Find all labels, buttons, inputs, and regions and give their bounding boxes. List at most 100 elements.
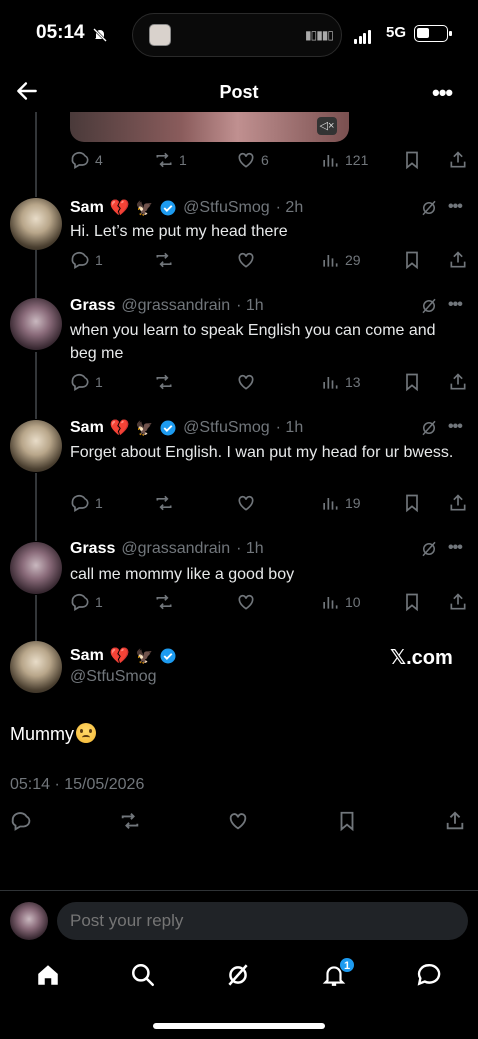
views-count: 29 — [345, 252, 361, 268]
reply-button[interactable]: 1 — [70, 493, 103, 513]
avatar[interactable] — [10, 542, 62, 594]
views-icon — [323, 498, 338, 510]
messages-icon[interactable] — [416, 962, 442, 988]
more-icon[interactable]: ••• — [432, 80, 453, 106]
author-name[interactable]: Grass — [70, 540, 115, 558]
like-button[interactable] — [236, 592, 256, 612]
page-title: Post — [219, 82, 259, 102]
more-icon[interactable]: ••• — [448, 198, 463, 216]
avatar[interactable] — [10, 298, 62, 350]
bookmark-icon — [406, 373, 418, 392]
like-button[interactable] — [227, 810, 249, 832]
repost-button[interactable] — [154, 592, 174, 612]
broken-heart-icon: 💔 — [109, 420, 130, 437]
bookmark-icon — [406, 151, 418, 170]
like-button[interactable] — [236, 493, 256, 513]
reply-button[interactable]: 1 — [70, 592, 103, 612]
bookmark-icon — [406, 593, 418, 612]
grok-nav-icon[interactable] — [225, 962, 251, 988]
repost-button[interactable] — [154, 493, 174, 513]
grok-icon[interactable] — [420, 199, 438, 217]
tweet-header: Sam 💔 🦅 @StfuSmog · 1h — [70, 418, 303, 438]
reply-count: 1 — [95, 252, 103, 268]
author-name[interactable]: Grass — [70, 297, 115, 315]
share-button[interactable] — [448, 250, 468, 270]
reply-count: 1 — [95, 594, 103, 610]
views-button[interactable]: 10 — [320, 592, 361, 612]
author-handle[interactable]: @grassandrain — [121, 297, 230, 315]
bookmark-button[interactable] — [336, 810, 358, 832]
author-name[interactable]: Sam — [70, 199, 104, 217]
avatar[interactable] — [10, 198, 62, 250]
reply-button[interactable]: 1 — [70, 372, 103, 392]
reply-button[interactable]: 1 — [70, 250, 103, 270]
share-icon — [450, 373, 466, 390]
broken-heart-icon: 💔 — [109, 648, 130, 665]
like-button[interactable] — [236, 372, 256, 392]
post-timestamp: 05:14 · 15/05/2026 — [10, 776, 145, 793]
views-count: 121 — [345, 152, 369, 168]
my-avatar[interactable] — [10, 902, 48, 940]
like-button[interactable] — [236, 250, 256, 270]
repost-button[interactable] — [119, 810, 141, 832]
reply-button[interactable] — [10, 810, 32, 832]
home-icon[interactable] — [35, 962, 61, 988]
avatar[interactable] — [10, 420, 62, 472]
author-handle[interactable]: @StfuSmog — [183, 199, 270, 217]
thread-line — [35, 352, 37, 419]
bookmark-button[interactable] — [402, 372, 422, 392]
reply-input[interactable] — [57, 902, 468, 940]
post-time: · 2h — [275, 199, 304, 216]
grok-icon[interactable] — [420, 540, 438, 558]
share-icon — [450, 494, 466, 511]
views-button[interactable]: 13 — [320, 372, 361, 392]
grok-icon[interactable] — [420, 297, 438, 315]
author-name[interactable]: Sam — [70, 647, 104, 665]
dynamic-island[interactable]: ▮▯▮▮▯ — [132, 13, 342, 57]
repost-button[interactable]: 1 — [154, 150, 187, 170]
bookmark-button[interactable] — [402, 592, 422, 612]
status-time: 05:14 — [36, 22, 85, 43]
more-icon[interactable]: ••• — [448, 418, 463, 436]
share-button[interactable] — [448, 493, 468, 513]
share-button[interactable] — [448, 372, 468, 392]
share-button[interactable] — [448, 592, 468, 612]
bookmark-icon — [406, 494, 418, 513]
reply-count: 1 — [95, 495, 103, 511]
tweet-text: Hi. Let’s me put my head there — [70, 223, 288, 240]
mute-icon[interactable]: ◁× — [317, 117, 337, 135]
author-handle[interactable]: @StfuSmog — [70, 668, 157, 686]
tweet-text: when you learn to speak English you can … — [70, 322, 436, 362]
now-playing-thumbnail — [149, 24, 171, 46]
battery-icon — [414, 25, 452, 42]
author-name[interactable]: Sam — [70, 419, 104, 437]
home-indicator[interactable] — [153, 1023, 325, 1029]
bookmark-icon — [340, 811, 354, 832]
repost-button[interactable] — [154, 250, 174, 270]
bookmark-button[interactable] — [402, 250, 422, 270]
tweet-media[interactable]: ◁× — [70, 112, 349, 142]
views-button[interactable]: 29 — [320, 250, 361, 270]
reply-count: 1 — [95, 374, 103, 390]
views-button[interactable]: 121 — [320, 150, 368, 170]
grok-icon[interactable] — [420, 419, 438, 437]
bookmark-button[interactable] — [402, 493, 422, 513]
repost-button[interactable] — [154, 372, 174, 392]
more-icon[interactable]: ••• — [448, 539, 463, 557]
audio-wave-icon: ▮▯▮▮▯ — [305, 28, 334, 42]
views-button[interactable]: 19 — [320, 493, 361, 513]
divider — [0, 890, 478, 891]
bookmark-icon — [406, 251, 418, 270]
reply-button[interactable]: 4 — [70, 150, 103, 170]
main-tweet-text: Mummy — [10, 724, 74, 744]
reply-icon — [11, 812, 31, 831]
share-button[interactable] — [444, 810, 466, 832]
author-handle[interactable]: @grassandrain — [121, 540, 230, 558]
bookmark-button[interactable] — [402, 150, 422, 170]
search-icon[interactable] — [130, 962, 156, 988]
like-button[interactable]: 6 — [236, 150, 269, 170]
share-button[interactable] — [448, 150, 468, 170]
avatar[interactable] — [10, 641, 62, 693]
more-icon[interactable]: ••• — [448, 296, 463, 314]
author-handle[interactable]: @StfuSmog — [183, 419, 270, 437]
